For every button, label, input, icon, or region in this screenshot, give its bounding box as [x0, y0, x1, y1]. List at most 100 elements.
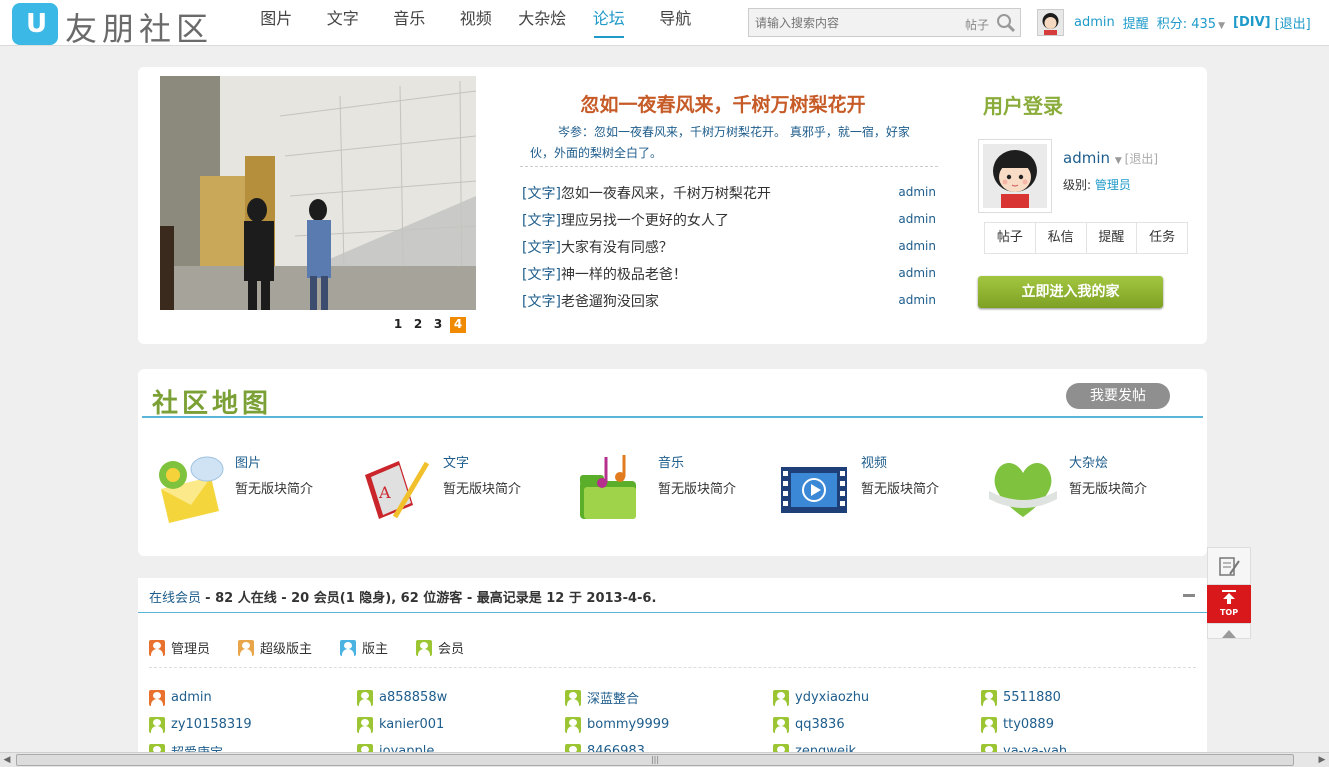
scroll-right-icon[interactable]: ▶ — [1315, 753, 1329, 767]
forum-item-pictures[interactable]: 图片 暂无版块简介 — [153, 449, 353, 529]
member-item[interactable]: ydyxiaozhu — [773, 684, 981, 711]
member-item[interactable]: admin — [149, 684, 357, 711]
user-name-link[interactable]: admin — [1074, 15, 1115, 30]
member-name[interactable]: a858858w — [379, 690, 447, 705]
reminders-link[interactable]: 提醒 — [1087, 223, 1138, 253]
picture-mail-icon[interactable] — [153, 453, 225, 523]
nav-item-music[interactable]: 音乐 — [376, 0, 443, 46]
thread-title[interactable]: 神一样的极品老爸！ — [561, 267, 687, 283]
login-logout-link[interactable]: [退出] — [1125, 152, 1158, 166]
collapse-icon[interactable] — [1183, 594, 1195, 597]
thread-item[interactable]: [文字]老爸遛狗没回家 admin — [522, 291, 936, 311]
points-dropdown[interactable]: 积分: 435 ▼ — [1157, 13, 1225, 32]
forum-name[interactable]: 图片 — [235, 452, 261, 471]
messages-link[interactable]: 私信 — [1036, 223, 1087, 253]
posts-link[interactable]: 帖子 — [985, 223, 1036, 253]
forum-name[interactable]: 音乐 — [658, 452, 684, 471]
magnifier-icon[interactable] — [995, 13, 1017, 33]
member-name[interactable]: ydyxiaozhu — [795, 690, 869, 705]
forum-item-misc[interactable]: 大杂烩 暂无版块简介 — [987, 449, 1187, 529]
forum-name[interactable]: 视频 — [861, 452, 887, 471]
nav-item-text[interactable]: 文字 — [310, 0, 377, 46]
logo-badge[interactable]: U — [12, 3, 58, 45]
member-item[interactable]: qq3836 — [773, 711, 981, 738]
thread-author[interactable]: admin — [898, 239, 936, 253]
thread-title[interactable]: 老爸遛狗没回家 — [561, 294, 659, 310]
member-item[interactable]: kanier001 — [357, 711, 565, 738]
thread-author[interactable]: admin — [898, 185, 936, 199]
thread-item[interactable]: [文字]忽如一夜春风来，千树万树梨花开 admin — [522, 183, 936, 203]
slide-number-3[interactable]: 3 — [430, 317, 446, 333]
member-item[interactable]: tty0889 — [981, 711, 1189, 738]
search-input[interactable] — [755, 14, 950, 32]
nav-item-video[interactable]: 视频 — [443, 0, 510, 46]
member-item[interactable]: 深蓝整合 — [565, 684, 773, 711]
thread-title[interactable]: 理应另找一个更好的女人了 — [561, 213, 729, 229]
member-name[interactable]: admin — [171, 690, 212, 705]
thread-category[interactable]: [文字] — [522, 294, 561, 310]
thread-author[interactable]: admin — [898, 266, 936, 280]
book-pen-icon[interactable]: A — [361, 453, 433, 523]
level-value[interactable]: 管理员 — [1095, 178, 1131, 192]
slideshow-image[interactable] — [160, 76, 476, 310]
member-name[interactable]: 深蓝整合 — [587, 688, 639, 707]
film-play-icon[interactable] — [779, 453, 851, 523]
member-item[interactable]: a858858w — [357, 684, 565, 711]
scroll-up-icon[interactable] — [1207, 623, 1251, 639]
member-name[interactable]: tty0889 — [1003, 717, 1054, 732]
scrollbar-thumb[interactable]: ||| — [16, 754, 1294, 766]
login-username-link[interactable]: admin — [1063, 149, 1110, 167]
thread-author[interactable]: admin — [898, 212, 936, 226]
thread-category[interactable]: [文字] — [522, 186, 561, 202]
user-avatar-icon[interactable] — [1037, 8, 1064, 36]
enter-home-button[interactable]: 立即进入我的家 — [978, 276, 1163, 308]
slide-number-4[interactable]: 4 — [450, 317, 466, 333]
thread-category[interactable]: [文字] — [522, 267, 561, 283]
member-name[interactable]: kanier001 — [379, 717, 444, 732]
thread-item[interactable]: [文字]理应另找一个更好的女人了 admin — [522, 210, 936, 230]
edit-post-icon[interactable] — [1207, 547, 1251, 585]
logo-text[interactable]: 友朋社区 — [65, 4, 213, 50]
thread-item[interactable]: [文字]神一样的极品老爸！ admin — [522, 264, 936, 284]
headline-title[interactable]: 忽如一夜春风来，千树万树梨花开 — [508, 90, 938, 117]
forum-item-video[interactable]: 视频 暂无版块简介 — [779, 449, 979, 529]
tasks-link[interactable]: 任务 — [1137, 223, 1187, 253]
forum-name[interactable]: 文字 — [443, 452, 469, 471]
remind-link[interactable]: 提醒 — [1123, 13, 1149, 32]
back-to-top-button[interactable]: TOP — [1207, 585, 1251, 623]
horizontal-scrollbar[interactable]: ◀ ||| ▶ — [0, 752, 1329, 767]
nav-item-forum[interactable]: 论坛 — [576, 0, 643, 46]
nav-item-misc[interactable]: 大杂烩 — [509, 0, 576, 46]
div-link[interactable]: [DIV] — [1233, 15, 1271, 30]
green-heart-icon[interactable] — [987, 453, 1059, 523]
slide-number-2[interactable]: 2 — [410, 317, 426, 333]
forum-item-music[interactable]: 音乐 暂无版块简介 — [576, 449, 776, 529]
member-name[interactable]: zy10158319 — [171, 717, 252, 732]
avatar[interactable] — [978, 139, 1052, 213]
nav-item-pictures[interactable]: 图片 — [243, 0, 310, 46]
thread-title[interactable]: 忽如一夜春风来，千树万树梨花开 — [561, 186, 771, 202]
search-type-select[interactable]: 帖子 — [965, 16, 989, 33]
caret-down-icon[interactable]: ▼ — [1112, 156, 1125, 166]
new-post-button[interactable]: 我要发帖 — [1066, 383, 1170, 409]
thread-category[interactable]: [文字] — [522, 240, 561, 256]
member-name[interactable]: bommy9999 — [587, 717, 669, 732]
forum-item-text[interactable]: A 文字 暂无版块简介 — [361, 449, 561, 529]
thread-category[interactable]: [文字] — [522, 213, 561, 229]
online-divider — [138, 612, 1207, 613]
member-name[interactable]: 5511880 — [1003, 690, 1061, 705]
member-item[interactable]: 5511880 — [981, 684, 1189, 711]
logout-link[interactable]: [退出] — [1275, 13, 1311, 32]
slide-number-1[interactable]: 1 — [390, 317, 406, 333]
thread-item[interactable]: [文字]大家有没有同感？ admin — [522, 237, 936, 257]
online-label[interactable]: 在线会员 — [149, 591, 201, 606]
forum-name[interactable]: 大杂烩 — [1069, 452, 1108, 471]
nav-item-navigation[interactable]: 导航 — [642, 0, 709, 46]
thread-author[interactable]: admin — [898, 293, 936, 307]
scroll-left-icon[interactable]: ◀ — [0, 753, 14, 767]
thread-title[interactable]: 大家有没有同感？ — [561, 240, 673, 256]
member-item[interactable]: zy10158319 — [149, 711, 357, 738]
member-name[interactable]: qq3836 — [795, 717, 845, 732]
music-folder-icon[interactable] — [576, 453, 648, 523]
member-item[interactable]: bommy9999 — [565, 711, 773, 738]
